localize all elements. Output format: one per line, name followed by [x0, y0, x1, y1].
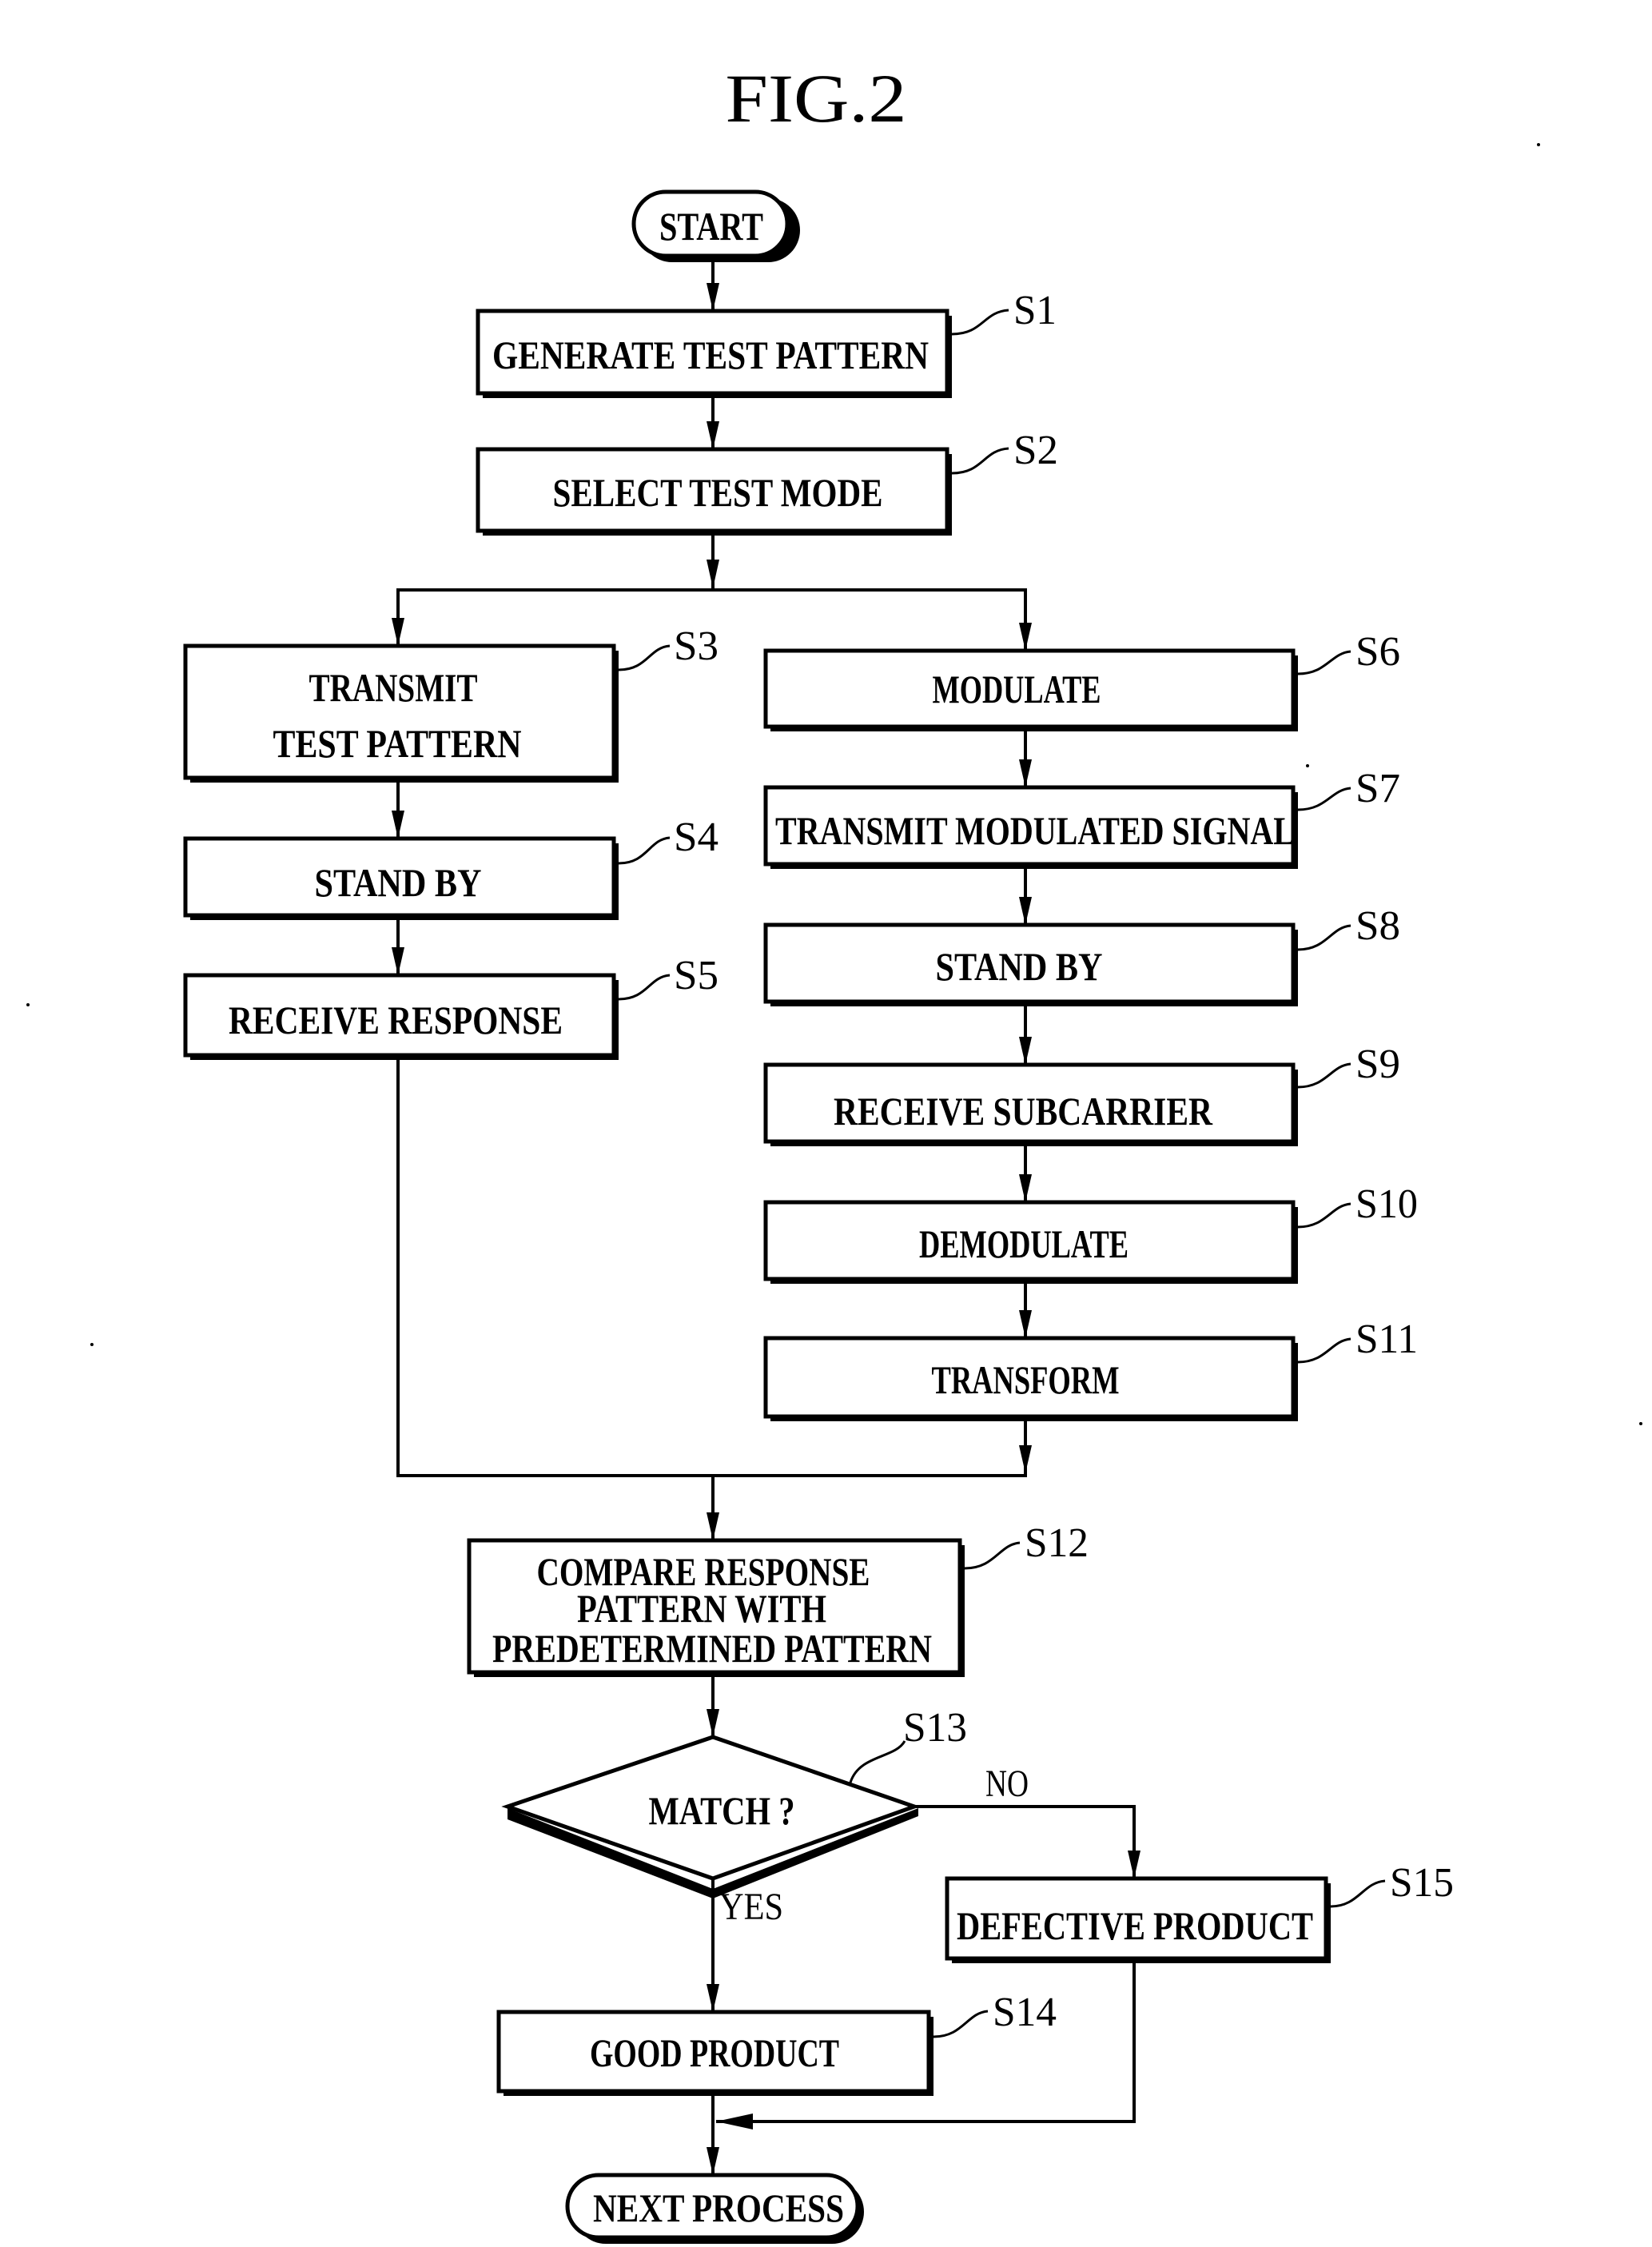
step-s14: GOOD PRODUCT S14 [496, 1990, 1057, 2096]
arrowhead-icon [707, 560, 719, 588]
step-s8-id: S8 [1355, 903, 1400, 949]
arrowhead-icon [707, 1709, 719, 1737]
step-s9: RECEIVE SUBCARRIER S9 [763, 1042, 1400, 1146]
step-s15-leader [1330, 1879, 1386, 1908]
step-s14-text: GOOD PRODUCT [590, 2030, 839, 2075]
step-s1-id: S1 [1013, 288, 1057, 333]
step-s3-id: S3 [674, 624, 719, 669]
arrowhead-icon [1019, 1310, 1032, 1338]
step-s9-id: S9 [1355, 1042, 1400, 1087]
step-s5-text: RECEIVE RESPONSE [229, 998, 563, 1042]
step-s7-text: TRANSMIT MODULATED SIGNAL [775, 808, 1295, 853]
decision-s13-text: MATCH ? [649, 1788, 795, 1833]
step-s4-text: STAND BY [315, 860, 482, 905]
step-s2-id: S2 [1013, 428, 1058, 473]
step-s2-leader [951, 447, 1009, 475]
step-s3-text-line2: TEST PATTERN [273, 721, 522, 766]
step-s15-id: S15 [1390, 1860, 1454, 1906]
arrowhead-icon [707, 2147, 719, 2175]
connector-no-s15 [914, 1805, 1136, 1878]
step-s14-id: S14 [993, 1990, 1057, 2035]
step-s11-text: TRANSFORM [932, 1357, 1120, 1402]
step-s12-text-line2: PATTERN WITH [577, 1586, 826, 1631]
start-terminal-label: START [659, 204, 763, 249]
step-s7: TRANSMIT MODULATED SIGNAL S7 [763, 766, 1400, 869]
step-s1-leader [951, 309, 1009, 336]
speck [1537, 143, 1540, 146]
arrowhead-icon [1019, 1037, 1032, 1065]
step-s8: STAND BY S8 [763, 903, 1400, 1006]
arrowhead-icon [707, 421, 719, 449]
end-terminal: NEXT PROCESS [565, 2173, 864, 2244]
speck [90, 1343, 94, 1346]
decision-s13-leader [849, 1740, 906, 1783]
step-s8-leader [1297, 924, 1351, 951]
step-s2-text: SELECT TEST MODE [553, 470, 883, 515]
arrowhead-icon [1019, 1174, 1032, 1202]
step-s14-leader [933, 2010, 989, 2038]
step-s3-text-line1: TRANSMIT [309, 665, 478, 710]
step-s5: RECEIVE RESPONSE S5 [183, 953, 719, 1060]
speck [1306, 764, 1309, 767]
step-s12-leader [964, 1541, 1021, 1570]
step-s6-id: S6 [1355, 629, 1400, 675]
step-s11-leader [1297, 1337, 1351, 1364]
step-s9-text: RECEIVE SUBCARRIER [834, 1089, 1213, 1133]
arrowhead-icon [707, 1984, 719, 2012]
step-s10-text: DEMODULATE [919, 1221, 1129, 1266]
step-s4-leader [618, 836, 671, 865]
arrowhead-icon [1019, 623, 1032, 651]
step-s4: STAND BY S4 [183, 815, 719, 920]
step-s1-text: GENERATE TEST PATTERN [492, 333, 929, 377]
arrowhead-icon [392, 947, 404, 975]
arrowhead-icon [1019, 897, 1032, 925]
step-s5-leader [618, 974, 671, 1001]
step-s15-text: DEFECTIVE PRODUCT [957, 1903, 1313, 1948]
step-s11: TRANSFORM S11 [763, 1317, 1418, 1421]
step-s6-text: MODULATE [933, 667, 1101, 711]
step-s7-leader [1297, 787, 1351, 811]
step-s7-id: S7 [1355, 766, 1400, 811]
start-terminal: START [631, 189, 800, 262]
arrowhead-icon [392, 811, 404, 839]
branch-no-label: NO [985, 1763, 1029, 1805]
step-s5-id: S5 [674, 953, 719, 998]
step-s10-id: S10 [1355, 1181, 1418, 1227]
step-s6-leader [1297, 650, 1351, 675]
step-s9-leader [1297, 1062, 1351, 1089]
speck [1639, 1422, 1642, 1425]
speck [26, 1003, 30, 1006]
step-s10-leader [1297, 1202, 1351, 1229]
step-s4-id: S4 [674, 815, 719, 860]
step-s12: COMPARE RESPONSE PATTERN WITH PREDETERMI… [467, 1520, 1089, 1677]
step-s2: SELECT TEST MODE S2 [476, 428, 1058, 536]
arrowhead-icon [1019, 759, 1032, 787]
branch-yes-label: YES [719, 1886, 783, 1928]
step-s12-id: S12 [1025, 1520, 1089, 1566]
step-s15: DEFECTIVE PRODUCT S15 [945, 1860, 1454, 1963]
arrowhead-icon [392, 618, 404, 646]
arrowhead-icon [1019, 1445, 1032, 1473]
arrowhead-icon [716, 2114, 753, 2129]
step-s3-leader [618, 644, 671, 671]
step-s10: DEMODULATE S10 [763, 1181, 1418, 1284]
end-terminal-label: NEXT PROCESS [593, 2185, 844, 2230]
decision-s13-id: S13 [903, 1705, 967, 1751]
step-s1: GENERATE TEST PATTERN S1 [476, 288, 1057, 398]
step-s6: MODULATE S6 [763, 629, 1400, 731]
flowchart-figure: FIG.2 START GENERATE TEST PATTERN S1 SEL… [26, 60, 1642, 2244]
arrowhead-icon [707, 1512, 719, 1540]
arrowhead-icon [1128, 1851, 1140, 1878]
step-s3: TRANSMIT TEST PATTERN S3 [183, 624, 719, 783]
figure-title: FIG.2 [726, 60, 907, 137]
arrowhead-icon [707, 283, 719, 311]
step-s8-text: STAND BY [936, 944, 1103, 989]
step-s11-id: S11 [1355, 1317, 1418, 1362]
step-s12-text-line3: PREDETERMINED PATTERN [492, 1626, 932, 1671]
